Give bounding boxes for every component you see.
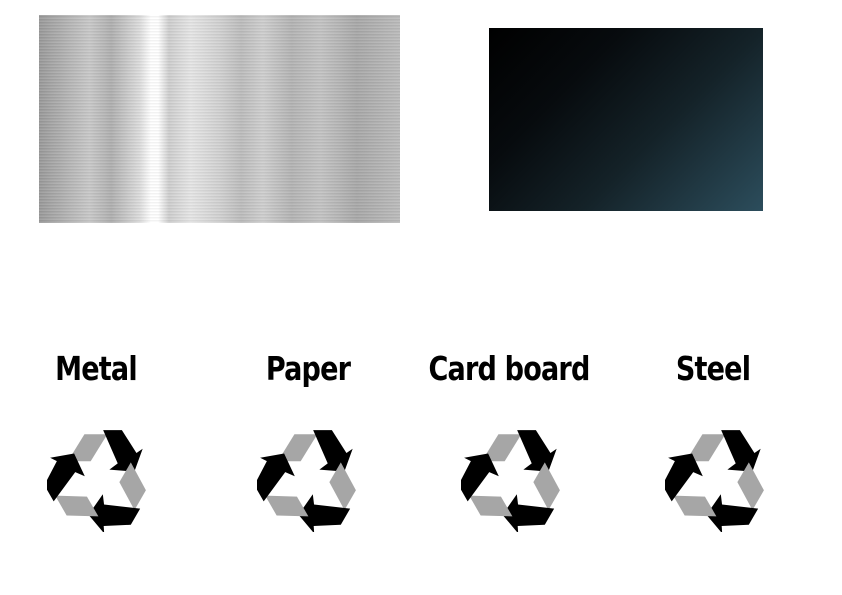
recycle-arrow-head (103, 430, 143, 472)
brushed-metal-texture (39, 15, 400, 223)
label-paper: Paper (265, 349, 351, 388)
recycle-arrow-head (313, 430, 353, 472)
dark-gradient-texture (489, 28, 763, 211)
recycle-arrow-head (517, 430, 557, 472)
recycle-icon (47, 430, 146, 532)
label-metal: Metal (55, 349, 137, 388)
label-cardboard: Card board (428, 349, 590, 388)
recycle-icon (461, 430, 560, 532)
recycle-arrow-head (721, 430, 761, 472)
recycle-icon (665, 430, 764, 532)
label-steel: Steel (675, 349, 751, 388)
recycle-icon (257, 430, 356, 532)
